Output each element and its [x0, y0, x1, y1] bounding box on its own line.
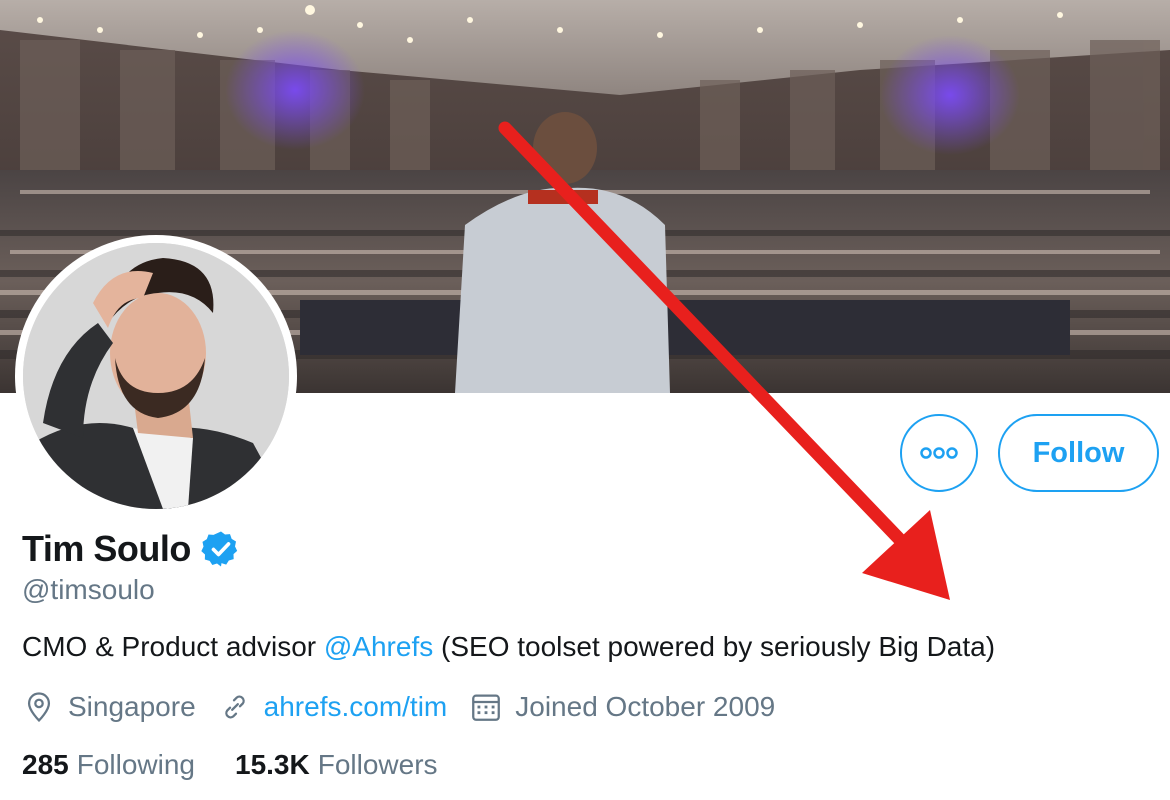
profile-meta: Singapore ahrefs.com/tim Joined October …	[22, 690, 797, 724]
bio-mention-link[interactable]: @Ahrefs	[324, 631, 433, 662]
website-link[interactable]: ahrefs.com/tim	[264, 691, 448, 723]
following-count: 285	[22, 749, 69, 780]
bio-text: CMO & Product advisor	[22, 631, 324, 662]
follow-button[interactable]: Follow	[998, 414, 1159, 492]
website-item: ahrefs.com/tim	[218, 690, 448, 724]
profile-handle: @timsoulo	[22, 574, 155, 605]
more-dots-icon	[920, 447, 958, 459]
follow-button-label: Follow	[1032, 436, 1125, 469]
location-item: Singapore	[22, 690, 196, 724]
profile-stats: 285 Following 15.3K Followers	[22, 749, 478, 781]
followers-label: Followers	[317, 749, 438, 780]
calendar-icon	[472, 694, 501, 721]
location-text: Singapore	[68, 691, 196, 722]
joined-item: Joined October 2009	[469, 690, 775, 724]
bio-text-suffix: (SEO toolset powered by seriously Big Da…	[433, 631, 996, 662]
profile-name: Tim Soulo	[22, 528, 191, 569]
profile-bio: CMO & Product advisor @Ahrefs (SEO tools…	[22, 631, 995, 663]
profile-name-row: Tim Soulo	[22, 528, 241, 570]
avatar-image	[23, 243, 289, 509]
followers-count: 15.3K	[235, 749, 310, 780]
following-label: Following	[76, 749, 195, 780]
more-options-button[interactable]	[900, 414, 978, 492]
verified-badge-icon	[201, 531, 238, 567]
joined-text: Joined October 2009	[515, 691, 776, 722]
link-icon	[224, 695, 245, 719]
avatar[interactable]	[15, 235, 297, 517]
following-stat[interactable]: 285 Following	[22, 749, 195, 781]
followers-stat[interactable]: 15.3K Followers	[235, 749, 438, 781]
location-pin-icon	[27, 692, 51, 723]
